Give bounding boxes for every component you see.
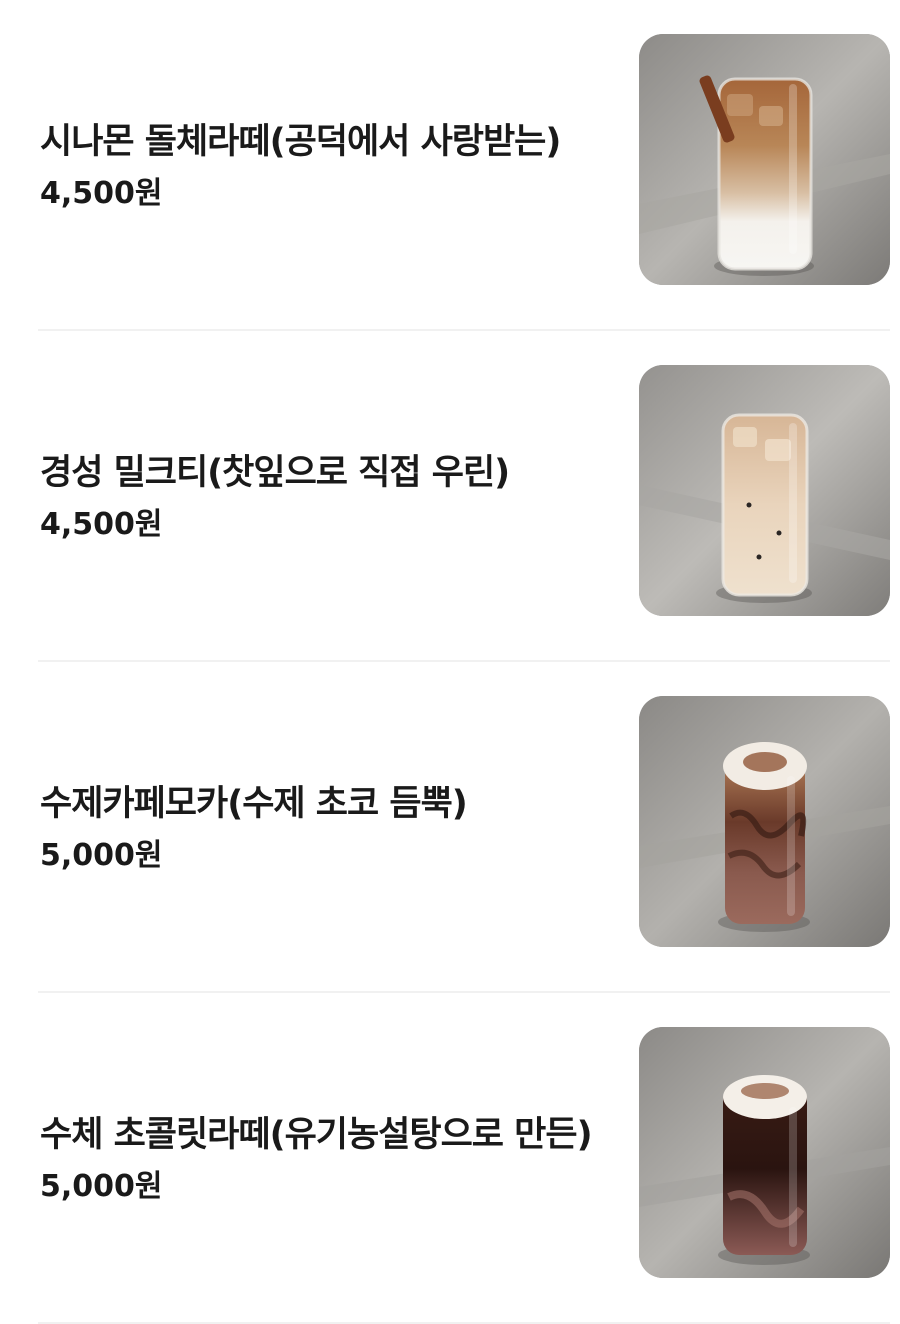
- milk-tea-photo: [639, 365, 890, 616]
- menu-item-price: 5,000원: [40, 1168, 163, 1204]
- menu-item-cinnamon-dolce-latte[interactable]: 시나몬 돌체라떼(공덕에서 사랑받는) 4,500원: [0, 0, 900, 331]
- menu-item-milk-tea[interactable]: 경성 밀크티(찻잎으로 직접 우린) 4,500원: [0, 331, 900, 662]
- menu-item-info: 시나몬 돌체라떼(공덕에서 사랑받는) 4,500원: [40, 0, 600, 331]
- menu-list: 시나몬 돌체라떼(공덕에서 사랑받는) 4,500원 경성 밀크티(찻잎으로 직…: [0, 0, 900, 1324]
- menu-item-chocolate-latte[interactable]: 수체 초콜릿라떼(유기농설탕으로 만든) 5,000원: [0, 993, 900, 1324]
- menu-item-price: 4,500원: [40, 175, 163, 211]
- menu-item-cafe-mocha[interactable]: 수제카페모카(수제 초코 듬뿍) 5,000원: [0, 662, 900, 993]
- menu-item-thumbnail[interactable]: [639, 1027, 890, 1278]
- menu-item-info: 수체 초콜릿라떼(유기농설탕으로 만든) 5,000원: [40, 993, 600, 1324]
- menu-item-thumbnail[interactable]: [639, 365, 890, 616]
- menu-item-name: 경성 밀크티(찻잎으로 직접 우린): [40, 452, 510, 493]
- menu-item-price: 5,000원: [40, 837, 163, 873]
- chocolate-latte-photo: [639, 1027, 890, 1278]
- cinnamon-dolce-latte-photo: [639, 34, 890, 285]
- menu-item-thumbnail[interactable]: [639, 696, 890, 947]
- menu-item-price: 4,500원: [40, 506, 163, 542]
- menu-item-info: 수제카페모카(수제 초코 듬뿍) 5,000원: [40, 662, 600, 993]
- cafe-mocha-photo: [639, 696, 890, 947]
- menu-item-name: 수제카페모카(수제 초코 듬뿍): [40, 783, 468, 824]
- menu-item-name: 수체 초콜릿라떼(유기농설탕으로 만든): [40, 1114, 593, 1155]
- menu-item-name: 시나몬 돌체라떼(공덕에서 사랑받는): [40, 121, 561, 162]
- menu-item-info: 경성 밀크티(찻잎으로 직접 우린) 4,500원: [40, 331, 600, 662]
- menu-item-thumbnail[interactable]: [639, 34, 890, 285]
